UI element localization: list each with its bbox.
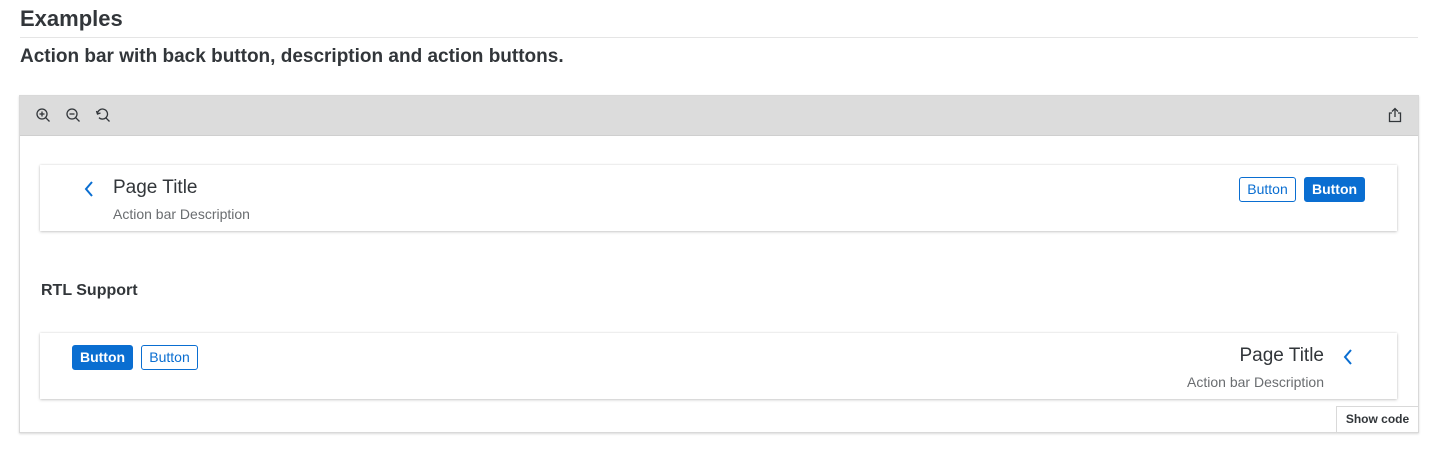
rtl-support-label: RTL Support (41, 282, 138, 299)
show-code-button[interactable]: Show code (1336, 406, 1418, 432)
example-toolbar (20, 96, 1418, 136)
back-chevron-icon[interactable] (79, 178, 99, 200)
example-container: Page Title Action bar Description Button… (19, 95, 1419, 433)
secondary-button[interactable]: Button (141, 345, 198, 370)
zoom-in-icon[interactable] (34, 106, 52, 124)
example-description: Action bar with back button, description… (20, 46, 564, 67)
page-description: Action bar Description (1187, 374, 1324, 390)
heading-divider (20, 37, 1418, 38)
primary-button[interactable]: Button (1304, 177, 1365, 202)
section-heading: Examples (20, 6, 123, 31)
back-chevron-icon[interactable] (1338, 346, 1358, 368)
primary-button[interactable]: Button (72, 345, 133, 370)
page-description: Action bar Description (113, 206, 250, 222)
share-icon[interactable] (1386, 106, 1404, 124)
zoom-out-icon[interactable] (64, 106, 82, 124)
secondary-button[interactable]: Button (1239, 177, 1296, 202)
action-bar-rtl: Button Button Page Title Action bar Desc… (40, 333, 1397, 399)
reset-icon[interactable] (94, 106, 112, 124)
page-title: Page Title (113, 177, 198, 198)
page-title: Page Title (1239, 345, 1325, 366)
action-bar: Page Title Action bar Description Button… (40, 165, 1397, 231)
